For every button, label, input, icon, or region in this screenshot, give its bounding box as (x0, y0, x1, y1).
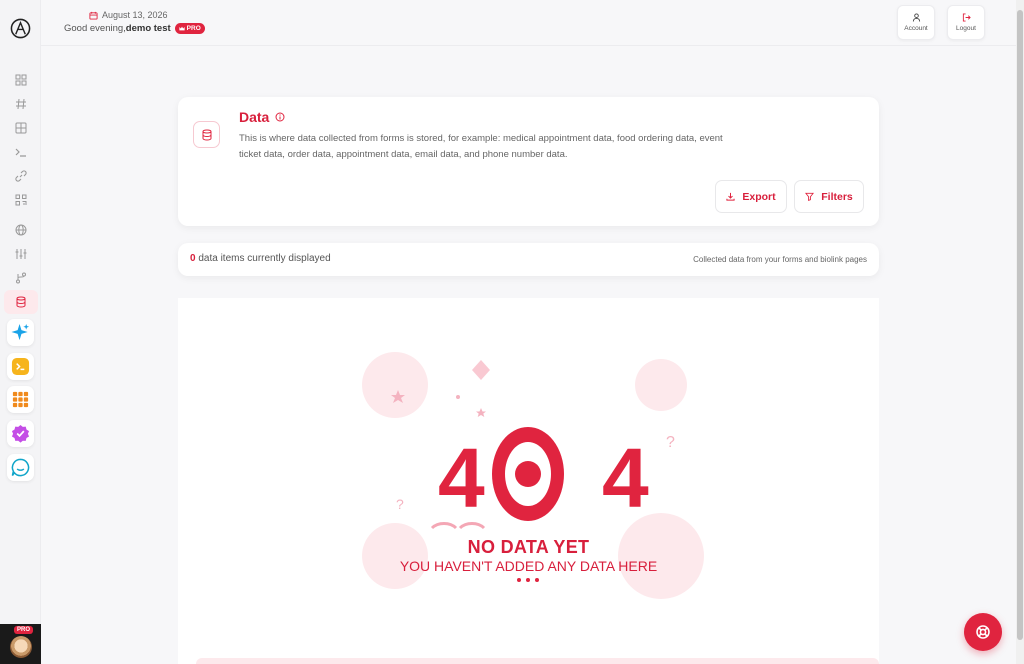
qr-icon[interactable] (12, 191, 29, 208)
filters-button[interactable]: Filters (794, 180, 864, 213)
svg-text:?: ? (666, 434, 675, 451)
link-icon[interactable] (12, 167, 29, 184)
user-name: demo test (125, 23, 171, 34)
date-display: August 13, 2026 (89, 10, 168, 20)
data-count-subtitle: Collected data from your forms and bioli… (693, 255, 867, 264)
sidebar: PRO (0, 0, 41, 664)
user-avatar[interactable]: PRO (0, 624, 41, 664)
sparkle-app-icon[interactable] (7, 319, 34, 346)
info-icon[interactable] (275, 112, 285, 122)
bottom-strip (196, 658, 879, 664)
user-icon (912, 13, 920, 22)
data-count: 0 data items currently displayed (190, 253, 331, 264)
greeting: Good evening,demo test PRO (64, 23, 205, 34)
greeting-text: Good evening, (64, 23, 126, 34)
filters-label: Filters (821, 190, 853, 203)
data-count-text: data items currently displayed (198, 253, 331, 264)
logout-label: Logout (956, 25, 976, 32)
avatar-image (10, 636, 32, 658)
data-info-card: Data This is where data collected from f… (178, 97, 879, 226)
grid-app-icon[interactable] (7, 386, 34, 413)
globe-icon[interactable] (12, 221, 29, 238)
lifebuoy-icon (976, 625, 990, 639)
pro-badge: PRO (174, 23, 205, 34)
empty-state-panel: ? ? 4 4 NO DATA YET YOU HAVEN'T ADDED AN… (178, 298, 879, 664)
data-count-bar: 0 data items currently displayed Collect… (178, 243, 879, 276)
export-button[interactable]: Export (715, 180, 787, 213)
page-title-text: Data (239, 109, 270, 125)
empty-state-title: NO DATA YET (467, 537, 590, 557)
empty-state-message: YOU HAVEN'T ADDED ANY DATA HERE (399, 558, 658, 574)
chat-app-icon[interactable] (7, 454, 34, 481)
svg-text:?: ? (396, 496, 404, 512)
logout-button[interactable]: Logout (947, 5, 985, 40)
database-icon[interactable] (12, 293, 29, 310)
download-icon (726, 192, 735, 201)
database-tile-icon (193, 121, 220, 148)
table-icon[interactable] (12, 119, 29, 136)
account-button[interactable]: Account (897, 5, 935, 40)
page-description: This is where data collected from forms … (239, 133, 723, 160)
export-label: Export (742, 190, 776, 203)
calendar-icon (89, 11, 98, 20)
scrollbar-thumb[interactable] (1017, 10, 1023, 640)
grid-icon[interactable] (12, 71, 29, 88)
top-header: August 13, 2026 Good evening,demo test P… (41, 0, 1016, 46)
help-button[interactable] (964, 613, 1002, 651)
verified-app-icon[interactable] (7, 420, 34, 447)
app-logo[interactable] (10, 18, 31, 39)
data-count-number: 0 (190, 253, 196, 264)
terminal-icon[interactable] (12, 143, 29, 160)
hash-icon[interactable] (12, 95, 29, 112)
avatar-pro-badge: PRO (14, 626, 34, 634)
branch-icon[interactable] (12, 269, 29, 286)
sliders-icon[interactable] (12, 245, 29, 262)
crown-icon (179, 26, 185, 31)
page-title: Data (239, 109, 285, 125)
code-left-digit: 4 (438, 431, 485, 525)
account-label: Account (904, 25, 928, 32)
terminal-app-icon[interactable] (7, 353, 34, 380)
current-date: August 13, 2026 (102, 10, 168, 20)
logout-icon (962, 13, 971, 22)
empty-state-illustration: ? ? 4 4 (362, 352, 704, 599)
page-scrollbar[interactable] (1016, 0, 1024, 664)
filter-icon (805, 192, 815, 201)
code-right-digit: 4 (602, 431, 649, 525)
